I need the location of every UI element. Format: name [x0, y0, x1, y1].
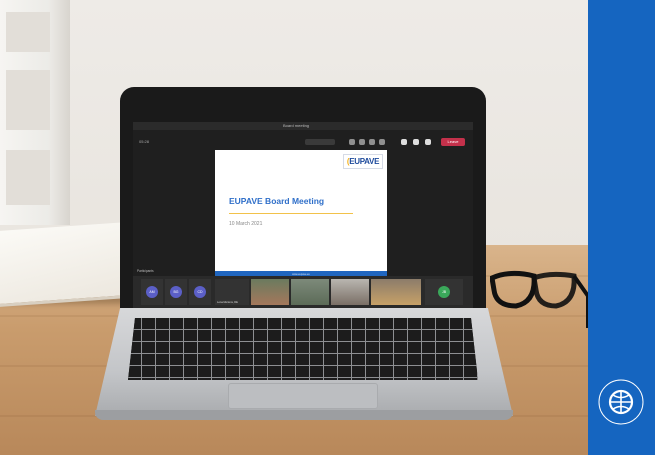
toolbar-search-field[interactable] [305, 139, 335, 145]
participant-tile[interactable]: BG [165, 279, 187, 305]
window-title: Board meeting [283, 123, 310, 128]
participant-video[interactable] [331, 279, 369, 305]
wall-shelf [0, 0, 70, 225]
avatar: AM [146, 286, 158, 298]
avatar: CD [194, 286, 206, 298]
eupave-logo: (EUPAVE [343, 154, 383, 169]
participant-strip: AM BG CD Lena Mertens, DE JB [133, 276, 473, 308]
laptop-base-edge [95, 410, 513, 420]
participant-tile[interactable]: CD [189, 279, 211, 305]
chat-icon[interactable] [359, 139, 365, 145]
slide-divider [229, 213, 353, 214]
slide-title: EUPAVE Board Meeting [229, 196, 325, 206]
participant-tile[interactable]: JB [425, 279, 463, 305]
laptop-screen: Board meeting 05:28 Leave (EUPAVE EUPAVE… [133, 122, 473, 308]
meeting-toolbar: 05:28 Leave [133, 138, 473, 147]
presentation-slide: (EUPAVE EUPAVE Board Meeting 10 March 20… [215, 150, 387, 278]
eyeglasses-icon [490, 270, 590, 328]
participant-video[interactable] [291, 279, 329, 305]
participant-tile[interactable]: AM [141, 279, 163, 305]
participants-icon[interactable] [349, 139, 355, 145]
globe-icon [598, 379, 644, 425]
slide-date: 10 March 2021 [229, 221, 263, 227]
camera-icon[interactable] [401, 139, 407, 145]
reactions-icon[interactable] [369, 139, 375, 145]
leave-button[interactable]: Leave [441, 138, 465, 146]
microphone-icon[interactable] [413, 139, 419, 145]
keyboard-rows [128, 318, 478, 380]
participant-video[interactable] [371, 279, 421, 305]
photo-scene: Board meeting 05:28 Leave (EUPAVE EUPAVE… [0, 0, 655, 455]
share-screen-icon[interactable] [425, 139, 431, 145]
avatar: BG [170, 286, 182, 298]
participants-label: Participants [137, 269, 154, 273]
participant-tile[interactable]: Lena Mertens, DE [215, 279, 249, 305]
participant-video[interactable] [251, 279, 289, 305]
open-notebook [0, 221, 140, 307]
participant-name: Lena Mertens, DE [217, 301, 238, 304]
trackpad [228, 383, 378, 409]
window-titlebar: Board meeting [133, 122, 473, 130]
more-options-icon[interactable] [379, 139, 385, 145]
avatar: JB [438, 286, 450, 298]
meeting-timer: 05:28 [139, 139, 150, 144]
